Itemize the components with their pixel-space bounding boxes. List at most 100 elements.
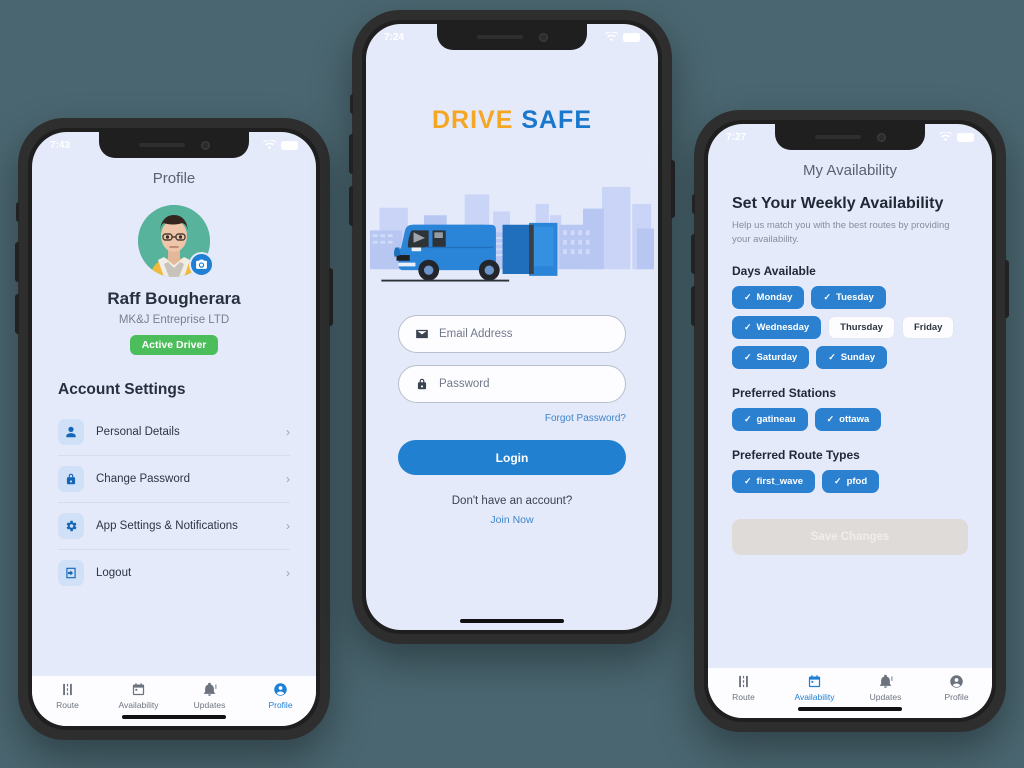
day-chip-tuesday[interactable]: ✓ Tuesday <box>811 285 886 309</box>
power-button[interactable] <box>1005 260 1009 318</box>
login-screen: DRIVE SAFE Email Address Forgot Password… <box>366 24 658 630</box>
mute-switch[interactable] <box>692 194 695 214</box>
days-available-title: Days Available <box>732 263 816 278</box>
check-icon: ✓ <box>744 351 752 362</box>
nav-item-route[interactable]: Route <box>32 682 103 710</box>
login-form: Forgot Password? Login Don't have an acc… <box>366 315 658 526</box>
station-chip-ottawa[interactable]: ✓ ottawa <box>814 407 882 431</box>
battery-icon <box>281 140 298 150</box>
join-now-link[interactable]: Join Now <box>398 514 626 526</box>
phone-right-availability: 7:27 My Availability Set Your Weekly Ava… <box>691 110 1009 732</box>
phone-screen: 7:43 Profile Raff Bougherara MK&J Entrep… <box>32 132 316 726</box>
nav-label: Updates <box>869 692 902 702</box>
day-chip-monday[interactable]: ✓ Monday <box>732 285 805 309</box>
check-icon: ✓ <box>744 413 752 424</box>
notch <box>99 132 249 158</box>
mute-switch[interactable] <box>16 202 19 222</box>
password-field[interactable] <box>398 365 626 403</box>
home-indicator[interactable] <box>460 619 564 623</box>
home-indicator[interactable] <box>798 707 902 711</box>
chip-label: Tuesday <box>835 291 874 303</box>
route-type-chip-pfod[interactable]: ✓ pfod <box>822 469 880 493</box>
avatar-wrapper <box>138 205 214 277</box>
page-title: Profile <box>152 170 196 187</box>
settings-row-personal-details[interactable]: Personal Details › <box>58 409 290 456</box>
chevron-right-icon: › <box>286 519 290 533</box>
front-camera-icon <box>538 32 548 42</box>
nav-label: Updates <box>193 700 226 710</box>
volume-up-button[interactable] <box>15 242 19 282</box>
email-input[interactable] <box>439 328 609 340</box>
chip-label: Monday <box>756 291 793 303</box>
lock-icon <box>58 466 84 492</box>
nav-item-updates[interactable]: Updates <box>174 682 245 710</box>
profile-icon <box>950 675 963 688</box>
route-types-chip-group: ✓ first_wave ✓ pfod <box>732 469 968 493</box>
check-icon: ✓ <box>823 291 831 302</box>
day-chip-thursday[interactable]: ✓Thursday <box>828 315 895 339</box>
lock-icon <box>417 378 427 390</box>
chip-label: Wednesday <box>756 321 810 333</box>
day-chip-friday[interactable]: ✓Friday <box>901 315 955 339</box>
password-input[interactable] <box>439 378 609 390</box>
check-icon: ✓ <box>834 475 842 486</box>
phone-center-login: 7:24 DRIVE SAFE Email Address Forgot Pas… <box>349 10 675 644</box>
volume-up-button[interactable] <box>349 134 353 174</box>
chip-label: gatineau <box>756 413 796 425</box>
volume-down-button[interactable] <box>349 186 353 226</box>
bell-icon <box>203 682 217 696</box>
camera-icon[interactable] <box>189 252 214 277</box>
earpiece-speaker <box>476 35 523 39</box>
login-button[interactable]: Login <box>398 440 626 475</box>
earpiece-speaker <box>814 135 861 139</box>
station-chip-gatineau[interactable]: ✓ gatineau <box>732 407 808 431</box>
nav-label: Availability <box>118 700 159 710</box>
nav-label: Route <box>732 692 755 702</box>
day-chip-sunday[interactable]: ✓ Sunday <box>816 345 888 369</box>
home-indicator[interactable] <box>122 715 226 719</box>
forgot-password-link[interactable]: Forgot Password? <box>398 413 626 424</box>
chip-label: Friday <box>913 321 943 333</box>
delivery-van-city-illustration <box>366 149 658 291</box>
account-settings-heading: Account Settings <box>58 381 186 398</box>
volume-down-button[interactable] <box>15 294 19 334</box>
battery-icon <box>957 132 974 142</box>
settings-row-app-settings[interactable]: App Settings & Notifications › <box>58 503 290 550</box>
check-icon: ✓ <box>744 321 752 332</box>
stations-chip-group: ✓ gatineau ✓ ottawa <box>732 407 968 431</box>
wifi-icon <box>605 32 618 42</box>
chip-label: ottawa <box>839 413 870 425</box>
chip-label: pfod <box>846 475 868 487</box>
save-changes-button[interactable]: Save Changes <box>732 518 968 555</box>
chip-label: first_wave <box>756 475 804 487</box>
power-button[interactable] <box>671 160 675 218</box>
mute-switch[interactable] <box>350 94 353 114</box>
email-field[interactable] <box>398 315 626 353</box>
nav-item-availability[interactable]: Availability <box>103 682 174 710</box>
nav-label: Route <box>56 700 79 710</box>
check-icon: ✓ <box>744 475 752 486</box>
wifi-icon <box>939 132 952 142</box>
chevron-right-icon: › <box>286 566 290 580</box>
volume-down-button[interactable] <box>691 286 695 326</box>
nav-item-profile[interactable]: Profile <box>245 682 316 710</box>
phone-screen: 7:24 DRIVE SAFE Email Address Forgot Pas… <box>366 24 658 630</box>
mockup-stage: 7:43 Profile Raff Bougherara MK&J Entrep… <box>0 0 1024 768</box>
day-chip-wednesday[interactable]: ✓ Wednesday <box>732 315 822 339</box>
day-chip-saturday[interactable]: ✓ Saturday <box>732 345 810 369</box>
phone-screen: 7:27 My Availability Set Your Weekly Ava… <box>708 124 992 718</box>
route-type-chip-first-wave[interactable]: ✓ first_wave <box>732 469 816 493</box>
bell-icon <box>879 674 893 688</box>
settings-row-logout[interactable]: Logout › <box>58 550 290 596</box>
status-badge: Active Driver <box>129 335 219 355</box>
settings-row-change-password[interactable]: Change Password › <box>58 456 290 503</box>
nav-item-availability[interactable]: Availability <box>779 674 850 702</box>
nav-label: Profile <box>944 692 969 702</box>
nav-item-profile[interactable]: Profile <box>921 674 992 702</box>
nav-item-route[interactable]: Route <box>708 674 779 702</box>
power-button[interactable] <box>329 268 333 326</box>
nav-item-updates[interactable]: Updates <box>850 674 921 702</box>
calendar-icon <box>808 675 821 688</box>
volume-up-button[interactable] <box>691 234 695 274</box>
check-icon: ✓ <box>828 351 836 362</box>
